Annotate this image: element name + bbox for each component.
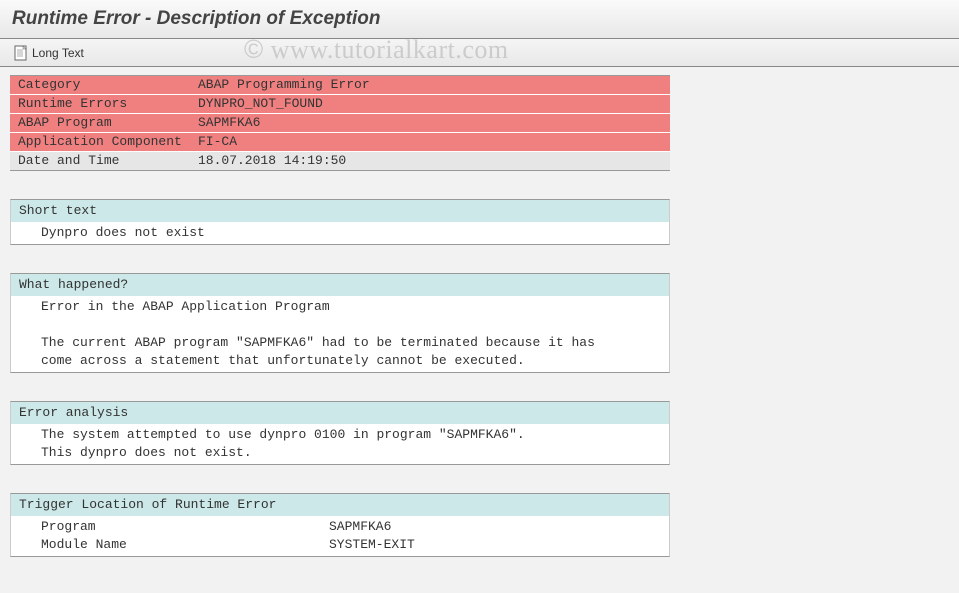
section-header: What happened? <box>11 274 669 296</box>
long-text-button[interactable]: Long Text <box>10 43 88 63</box>
header-row: Application ComponentFI-CA <box>10 133 670 152</box>
document-icon <box>14 45 28 61</box>
kv-row: Module Name SYSTEM-EXIT <box>41 536 661 554</box>
header-label: Application Component <box>10 133 190 151</box>
header-value: 18.07.2018 14:19:50 <box>190 152 670 170</box>
section-body: Program SAPMFKA6 Module Name SYSTEM-EXIT <box>11 516 669 556</box>
header-label: Category <box>10 76 190 94</box>
header-value: ABAP Programming Error <box>190 76 670 94</box>
text-line <box>41 316 661 334</box>
header-row: Date and Time18.07.2018 14:19:50 <box>10 152 670 170</box>
text-line: The system attempted to use dynpro 0100 … <box>41 426 661 444</box>
long-text-label: Long Text <box>32 46 84 60</box>
header-row: ABAP ProgramSAPMFKA6 <box>10 114 670 133</box>
section-body: The system attempted to use dynpro 0100 … <box>11 424 669 464</box>
toolbar: Long Text <box>0 39 959 67</box>
header-value: SAPMFKA6 <box>190 114 670 132</box>
header-value: FI-CA <box>190 133 670 151</box>
text-line: Error in the ABAP Application Program <box>41 298 661 316</box>
kv-row: Program SAPMFKA6 <box>41 518 661 536</box>
page-title: Runtime Error - Description of Exception <box>12 8 949 30</box>
section-header: Trigger Location of Runtime Error <box>11 494 669 516</box>
error-analysis-section: Error analysis The system attempted to u… <box>10 401 670 465</box>
header-label: ABAP Program <box>10 114 190 132</box>
text-line: Dynpro does not exist <box>41 224 661 242</box>
header-row: CategoryABAP Programming Error <box>10 76 670 95</box>
kv-value: SYSTEM-EXIT <box>329 536 415 554</box>
header-label: Runtime Errors <box>10 95 190 113</box>
text-line: come across a statement that unfortunate… <box>41 352 661 370</box>
header-label: Date and Time <box>10 152 190 170</box>
kv-value: SAPMFKA6 <box>329 518 391 536</box>
content-area: CategoryABAP Programming ErrorRuntime Er… <box>0 75 959 567</box>
kv-label: Program <box>41 518 329 536</box>
section-body: Dynpro does not exist <box>11 222 669 244</box>
what-happened-section: What happened? Error in the ABAP Applica… <box>10 273 670 373</box>
error-header-table: CategoryABAP Programming ErrorRuntime Er… <box>10 75 670 171</box>
section-header: Error analysis <box>11 402 669 424</box>
header-value: DYNPRO_NOT_FOUND <box>190 95 670 113</box>
short-text-section: Short text Dynpro does not exist <box>10 199 670 245</box>
section-body: Error in the ABAP Application Program Th… <box>11 296 669 372</box>
kv-label: Module Name <box>41 536 329 554</box>
section-header: Short text <box>11 200 669 222</box>
text-line: This dynpro does not exist. <box>41 444 661 462</box>
title-bar: Runtime Error - Description of Exception <box>0 0 959 39</box>
header-row: Runtime ErrorsDYNPRO_NOT_FOUND <box>10 95 670 114</box>
trigger-location-section: Trigger Location of Runtime Error Progra… <box>10 493 670 557</box>
text-line: The current ABAP program "SAPMFKA6" had … <box>41 334 661 352</box>
